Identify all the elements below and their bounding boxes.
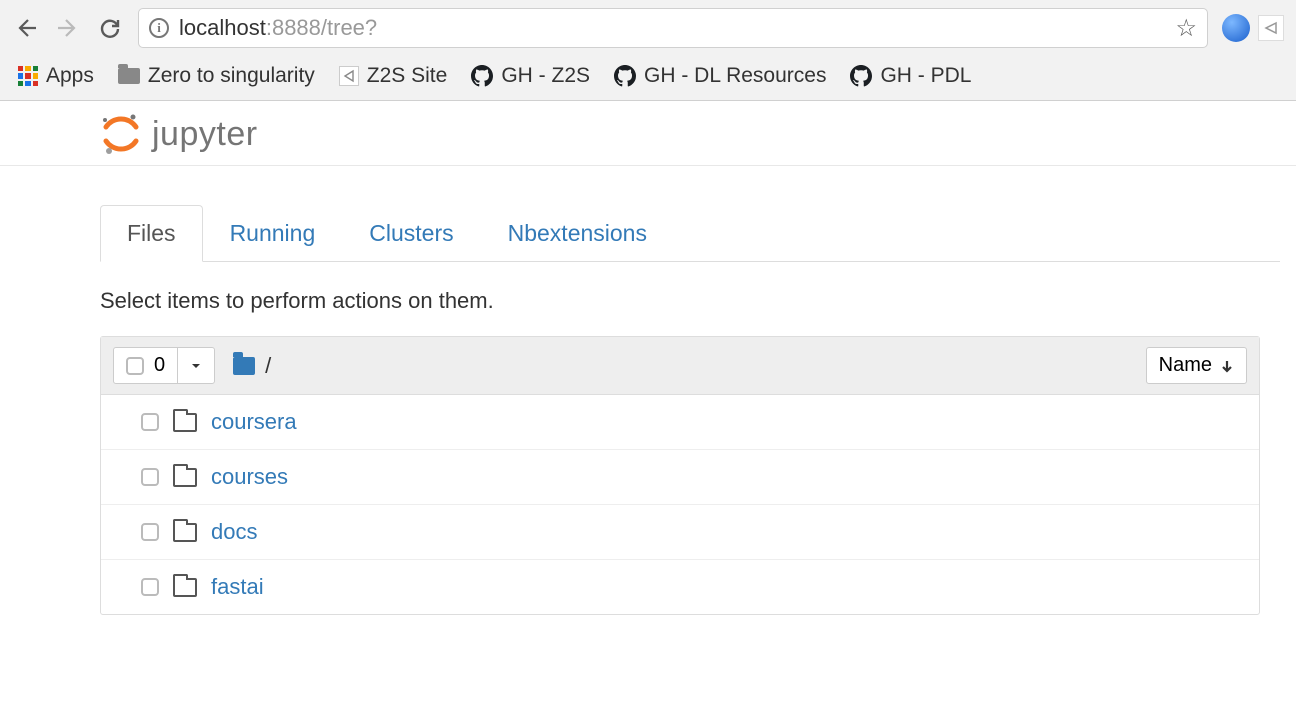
chevron-down-icon (190, 360, 202, 372)
github-icon (850, 65, 872, 87)
bookmark-z2s-site[interactable]: Z2S Site (339, 64, 448, 88)
row-checkbox[interactable] (141, 413, 159, 431)
arrow-down-icon (1220, 359, 1234, 373)
panel-header: 0 / Name (101, 337, 1259, 395)
jupyter-logo-icon (100, 113, 142, 155)
jupyter-logo-text: jupyter (152, 115, 258, 154)
select-all-checkbox[interactable]: 0 (114, 348, 178, 383)
file-name-link[interactable]: docs (211, 519, 257, 545)
nav-row: i localhost:8888/tree? ☆ (0, 0, 1296, 56)
folder-icon (173, 413, 197, 432)
tab-label: Running (230, 220, 316, 246)
file-name-link[interactable]: fastai (211, 574, 264, 600)
extension-icons (1222, 14, 1284, 42)
bookmark-apps[interactable]: Apps (18, 64, 94, 88)
file-row: fastai (101, 560, 1259, 614)
url-bar[interactable]: i localhost:8888/tree? ☆ (138, 8, 1208, 48)
tab-nbextensions[interactable]: Nbextensions (481, 205, 674, 262)
file-row: courses (101, 450, 1259, 505)
triangle-icon (339, 66, 359, 86)
bookmark-label: Z2S Site (367, 64, 448, 88)
url-text: localhost:8888/tree? (179, 15, 377, 41)
folder-icon (173, 468, 197, 487)
jupyter-page: jupyter Files Running Clusters Nbextensi… (0, 101, 1296, 615)
tab-label: Nbextensions (508, 220, 647, 246)
breadcrumb-root: / (265, 353, 271, 379)
breadcrumb[interactable]: / (233, 353, 271, 379)
bookmark-label: GH - PDL (880, 64, 971, 88)
file-row: coursera (101, 395, 1259, 450)
triangle-extension-icon[interactable] (1258, 15, 1284, 41)
reload-button[interactable] (96, 14, 124, 42)
bookmark-zero-to-singularity[interactable]: Zero to singularity (118, 64, 315, 88)
row-checkbox[interactable] (141, 523, 159, 541)
file-row: docs (101, 505, 1259, 560)
tab-files[interactable]: Files (100, 205, 203, 262)
bookmark-label: Apps (46, 64, 94, 88)
bookmark-gh-dl-resources[interactable]: GH - DL Resources (614, 64, 826, 88)
select-all-group: 0 (113, 347, 215, 384)
bookmarks-bar: Apps Zero to singularity Z2S Site GH - Z… (0, 56, 1296, 100)
bookmark-label: GH - DL Resources (644, 64, 826, 88)
bookmark-star-icon[interactable]: ☆ (1175, 14, 1197, 43)
github-icon (614, 65, 636, 87)
folder-icon (173, 523, 197, 542)
tab-label: Clusters (369, 220, 453, 246)
forward-button (54, 14, 82, 42)
bookmark-gh-pdl[interactable]: GH - PDL (850, 64, 971, 88)
folder-icon (233, 357, 255, 375)
folder-icon (173, 578, 197, 597)
browser-chrome: i localhost:8888/tree? ☆ Apps Zero to si… (0, 0, 1296, 101)
row-checkbox[interactable] (141, 468, 159, 486)
file-name-link[interactable]: courses (211, 464, 288, 490)
file-panel: 0 / Name coursera (100, 336, 1260, 615)
tab-running[interactable]: Running (203, 205, 343, 262)
jupyter-logo[interactable]: jupyter (100, 113, 1296, 155)
apps-icon (18, 66, 38, 86)
file-name-link[interactable]: coursera (211, 409, 297, 435)
github-icon (471, 65, 493, 87)
folder-icon (118, 68, 140, 84)
checkbox-icon (126, 357, 144, 375)
tab-label: Files (127, 220, 176, 246)
select-dropdown[interactable] (178, 348, 214, 383)
tab-clusters[interactable]: Clusters (342, 205, 480, 262)
bookmark-label: Zero to singularity (148, 64, 315, 88)
sort-button[interactable]: Name (1146, 347, 1247, 384)
tabs: Files Running Clusters Nbextensions (100, 204, 1280, 262)
instructions-text: Select items to perform actions on them. (100, 262, 1280, 336)
back-button[interactable] (12, 14, 40, 42)
content: Files Running Clusters Nbextensions Sele… (0, 204, 1280, 615)
site-info-icon[interactable]: i (149, 18, 169, 38)
bookmark-gh-z2s[interactable]: GH - Z2S (471, 64, 590, 88)
selected-count: 0 (154, 354, 165, 377)
bookmark-label: GH - Z2S (501, 64, 590, 88)
row-checkbox[interactable] (141, 578, 159, 596)
jupyter-header: jupyter (0, 101, 1296, 166)
sort-label: Name (1159, 354, 1212, 377)
globe-extension-icon[interactable] (1222, 14, 1250, 42)
